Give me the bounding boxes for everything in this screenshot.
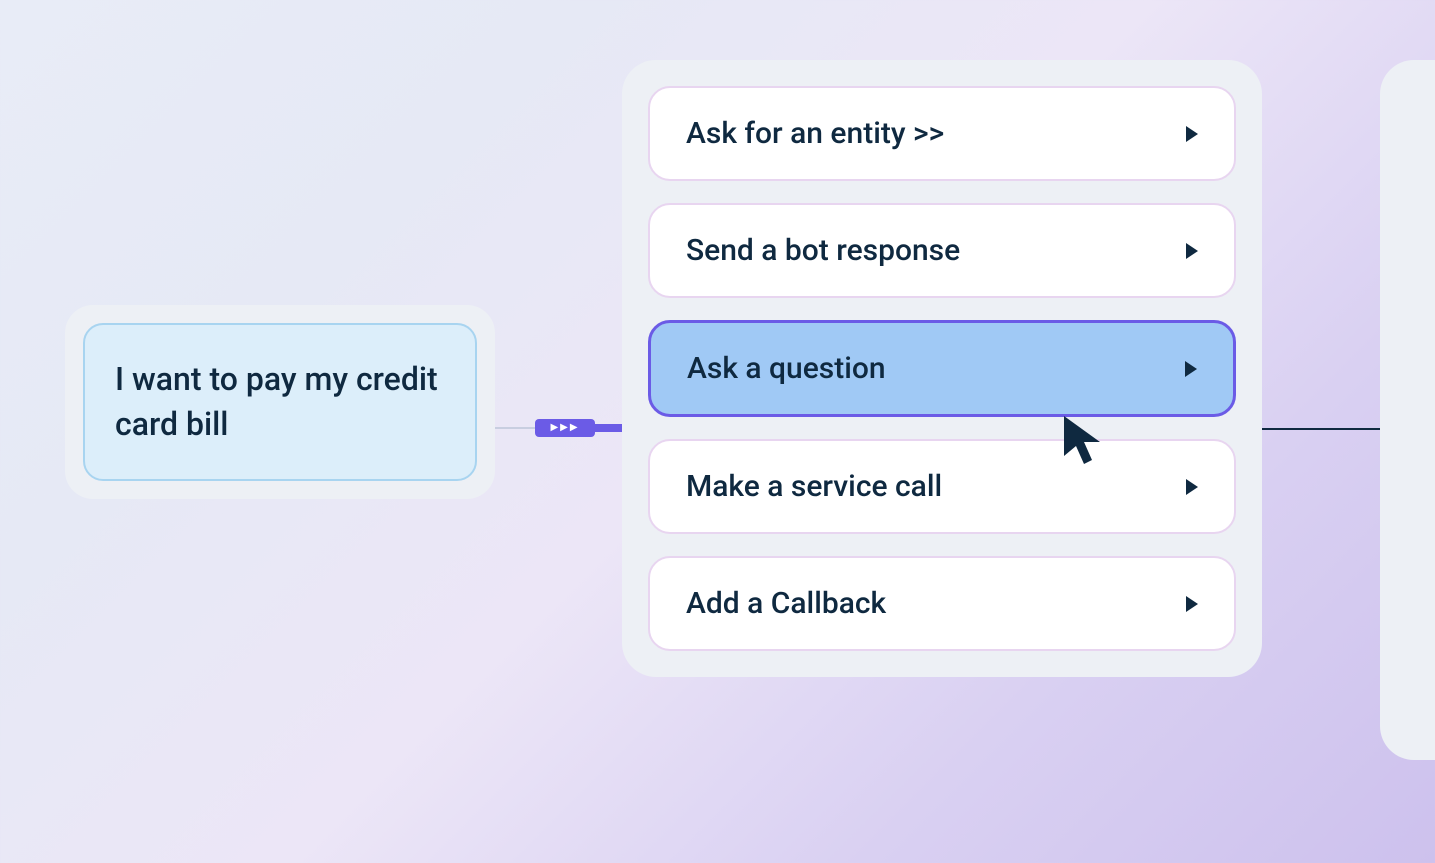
option-label: Send a bot response [686, 233, 1186, 268]
caret-right-icon [1185, 361, 1197, 377]
connector-line-right [1262, 428, 1382, 430]
connector-flow-icon: ▶▶▶ [535, 419, 595, 437]
option-label: Make a service call [686, 469, 1186, 504]
intent-text: I want to pay my credit card bill [115, 360, 438, 443]
option-send-bot-response[interactable]: Send a bot response [648, 203, 1236, 298]
option-label: Ask for an entity >> [686, 116, 1186, 151]
caret-right-icon [1186, 126, 1198, 142]
option-label: Ask a question [687, 351, 1185, 386]
caret-right-icon [1186, 479, 1198, 495]
caret-right-icon [1186, 243, 1198, 259]
caret-right-icon [1186, 596, 1198, 612]
flow-connector: ▶▶▶ [495, 420, 635, 436]
option-make-service-call[interactable]: Make a service call [648, 439, 1236, 534]
intent-node[interactable]: I want to pay my credit card bill [65, 305, 495, 499]
chevrons-right-icon: ▶▶▶ [550, 423, 579, 433]
intent-text-box: I want to pay my credit card bill [83, 323, 477, 481]
flow-canvas: I want to pay my credit card bill ▶▶▶ As… [0, 0, 1435, 863]
option-ask-question[interactable]: Ask a question [648, 320, 1236, 417]
action-options-panel: Ask for an entity >> Send a bot response… [622, 60, 1262, 677]
option-add-callback[interactable]: Add a Callback [648, 556, 1236, 651]
option-label: Add a Callback [686, 586, 1186, 621]
option-ask-entity[interactable]: Ask for an entity >> [648, 86, 1236, 181]
next-panel-peek [1380, 60, 1435, 760]
